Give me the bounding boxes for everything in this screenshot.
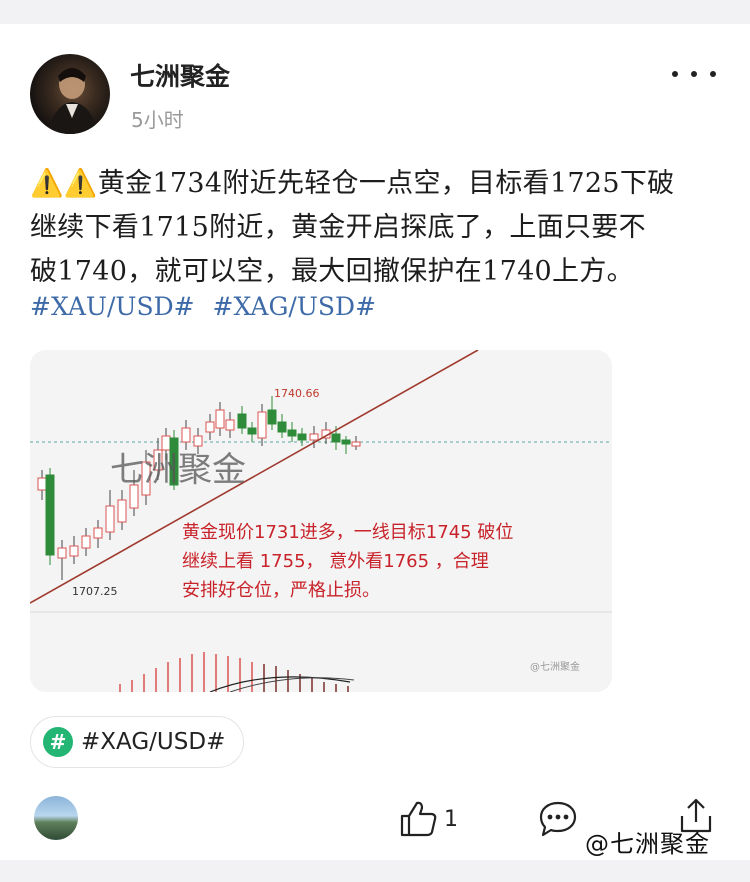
post-line-2: 继续下看1715附近，黄金开启探底了，上面只要不 [30,212,646,243]
high-price-label: 1740.66 [274,387,320,400]
post-body: ⚠️⚠️黄金1734附近先轻仓一点空，目标看1725下破 继续下看1715附近，… [30,162,730,294]
author-avatar[interactable] [30,54,110,134]
candle-body [205,421,215,433]
hashtag-icon: # [43,727,73,757]
candle-body [277,421,287,433]
candle-body [331,433,341,443]
topic-chip[interactable]: # #XAG/USD# [30,716,244,768]
candle-body [341,439,351,445]
candle-body [93,527,103,539]
topic-label: #XAG/USD# [81,729,226,755]
hashtag-link[interactable]: #XAU/USD# [30,292,195,321]
more-icon[interactable] [672,62,716,86]
post-line-3: 破1740，就可以空，最大回撤保护在1740上方。 [30,256,634,287]
comment-icon [539,801,577,837]
candle-body [267,409,277,425]
candle-body [225,419,235,431]
candle-body [215,409,225,429]
hashtag-link[interactable]: #XAG/USD# [213,292,377,321]
candle-body [287,429,297,437]
like-count: 1 [444,806,458,832]
footer-watermark: @七洲聚金 [585,824,710,859]
like-button[interactable]: 1 [398,800,458,838]
candle-body [351,441,361,447]
post-time: 5小时 [131,108,184,132]
viewer-avatar[interactable] [34,796,78,840]
chart-watermark: 七洲聚金 [110,450,246,490]
warning-icon: ⚠️⚠️ [30,168,98,199]
author-name[interactable]: 七洲聚金 [130,57,230,93]
post-hashtags: #XAU/USD# #XAG/USD# [30,292,386,321]
chart-corner-mark: @七洲聚金 [530,660,580,673]
post-line-text: 黄金1734附近先轻仓一点空，目标看1725下破 [97,168,675,199]
candle-body [105,505,115,533]
chart-annotation-line-2: 继续上看 1755， 意外看1765 ，合理 [182,551,489,572]
candle-body [309,433,319,441]
candlestick-chart: 1740.66 1707.25 七洲聚金 黄金现价1731进多，一线目标1745… [30,350,612,692]
candle-body [45,474,55,556]
candle-body [117,499,127,523]
candle-body [297,433,307,441]
chart-annotation-line-1: 黄金现价1731进多，一线目标1745 破位 [182,522,513,543]
comment-button[interactable] [538,799,578,843]
candle-body [181,427,191,443]
chart-annotation-line-3: 安排好仓位，严格止损。 [182,580,380,601]
footer-watermark-text: @七洲聚金 [585,830,710,858]
chart-image[interactable]: 1740.66 1707.25 七洲聚金 黄金现价1731进多，一线目标1745… [30,350,612,692]
post-line-1: ⚠️⚠️黄金1734附近先轻仓一点空，目标看1725下破 [30,162,730,206]
candle-body [57,547,67,559]
low-price-label: 1707.25 [72,585,118,598]
candle-body [193,435,203,447]
candle-body [257,411,267,439]
candle-body [69,545,79,557]
candle-body [247,427,257,435]
post-card: 七洲聚金 5小时 ⚠️⚠️黄金1734附近先轻仓一点空，目标看1725下破 继续… [0,24,750,860]
candle-body [37,477,47,491]
candle-body [161,435,171,451]
candle-body [237,413,247,429]
thumbs-up-icon [400,801,437,837]
candle-body [81,535,91,549]
